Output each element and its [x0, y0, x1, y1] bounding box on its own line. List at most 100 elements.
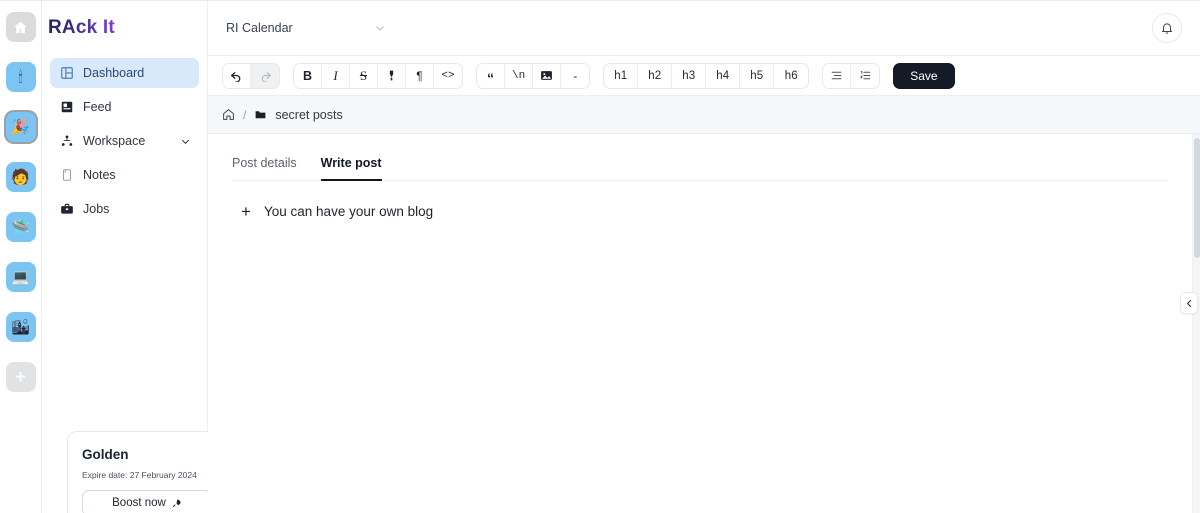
- toolbar-group-lists: [822, 62, 881, 89]
- top-hairline: [0, 0, 1200, 1]
- h2-icon: h2: [648, 69, 662, 82]
- heading-1-button[interactable]: h1: [604, 63, 639, 88]
- editor-body-text[interactable]: You can have your own blog: [264, 204, 433, 219]
- workspace-selector[interactable]: RI Calendar: [226, 21, 386, 35]
- italic-icon: I: [333, 67, 338, 83]
- folder-icon: [255, 111, 266, 119]
- rail-avatar-5[interactable]: 💻: [5, 262, 36, 292]
- workspace-selected-label: RI Calendar: [226, 20, 293, 35]
- home-icon: [14, 21, 27, 33]
- heading-6-button[interactable]: h6: [774, 63, 809, 88]
- strike-button[interactable]: S: [350, 63, 378, 88]
- dashboard-icon: [61, 67, 73, 79]
- heading-2-button[interactable]: h2: [638, 63, 673, 88]
- rocket-icon: [172, 498, 181, 507]
- promo-expiry: Expire date: 27 February 2024: [82, 470, 197, 480]
- jobs-icon: [61, 203, 73, 214]
- code-icon: <>: [441, 69, 455, 82]
- promo-plan-name: Golden: [82, 447, 129, 462]
- rail-avatar-4[interactable]: 🛸: [5, 212, 36, 242]
- rail-avatar-6[interactable]: 🏙: [5, 312, 36, 342]
- breadcrumb-current[interactable]: secret posts: [275, 108, 342, 122]
- paragraph-button[interactable]: ¶: [406, 63, 434, 88]
- workspace-rail: 🕯 🎉 🧑 🛸 💻 🏙 +: [0, 0, 42, 513]
- rail-avatar-1[interactable]: 🕯: [5, 62, 36, 92]
- marker-icon: [389, 70, 394, 81]
- h3-icon: h3: [682, 69, 696, 82]
- rail-avatar-2[interactable]: 🎉: [5, 112, 36, 142]
- tab-post-details[interactable]: Post details: [232, 156, 297, 181]
- tab-write-post[interactable]: Write post: [320, 156, 382, 181]
- strike-icon: S: [359, 67, 368, 83]
- code-button[interactable]: <>: [434, 63, 462, 88]
- paragraph-icon: ¶: [416, 68, 423, 83]
- h5-icon: h5: [750, 69, 764, 82]
- breadcrumb-separator: /: [243, 107, 247, 122]
- sidebar-item-label: Notes: [83, 168, 116, 182]
- heading-3-button[interactable]: h3: [672, 63, 707, 88]
- sidebar-item-label: Jobs: [83, 202, 110, 216]
- highlight-button[interactable]: [378, 63, 406, 88]
- sidebar-item-notes[interactable]: Notes: [50, 160, 199, 190]
- collapse-panel-button[interactable]: [1180, 292, 1198, 314]
- rail-add-workspace-button[interactable]: +: [5, 362, 36, 392]
- plus-icon: +: [14, 366, 27, 388]
- rail-avatar-glyph: 🕯: [18, 68, 23, 86]
- boost-now-button[interactable]: Boost now: [82, 490, 212, 513]
- rail-avatar-glyph: 🛸: [11, 218, 30, 236]
- undo-icon: [230, 72, 241, 82]
- editor-scrollbar[interactable]: [1192, 134, 1200, 513]
- italic-button[interactable]: I: [322, 63, 350, 88]
- brand-logo[interactable]: RAck It: [42, 0, 207, 56]
- rail-home-button[interactable]: [5, 12, 36, 42]
- sidebar-item-label: Workspace: [83, 134, 146, 148]
- editor-tabs: Post details Write post: [232, 134, 1168, 181]
- toolbar-group-history: [222, 62, 280, 89]
- sidebar-item-workspace[interactable]: Workspace: [50, 126, 199, 156]
- add-block-button[interactable]: +: [238, 203, 254, 220]
- main-column: RI Calendar B I S ¶ <> “ \n - h1 h2 h3 h…: [208, 0, 1200, 513]
- newline-icon: \n: [512, 69, 526, 82]
- linebreak-button[interactable]: \n: [505, 63, 534, 88]
- quote-icon: “: [487, 69, 494, 86]
- bullet-list-button[interactable]: [823, 63, 852, 88]
- rail-avatar-glyph: 🧑: [11, 168, 30, 186]
- redo-icon: [261, 72, 271, 82]
- editor-block-row: + You can have your own blog: [232, 203, 1168, 220]
- h1-icon: h1: [614, 69, 628, 82]
- undo-button[interactable]: [223, 63, 251, 88]
- chevron-left-icon: [1186, 299, 1191, 307]
- sidebar-item-feed[interactable]: Feed: [50, 92, 199, 122]
- save-button[interactable]: Save: [893, 62, 955, 89]
- sidebar-item-dashboard[interactable]: Dashboard: [50, 58, 199, 88]
- image-icon: [541, 71, 553, 80]
- ordered-list-button[interactable]: [851, 63, 880, 88]
- divider-icon: -: [573, 68, 578, 83]
- sidebar: RAck It Dashboard Feed Workspace Notes J…: [42, 0, 227, 513]
- editor-toolbar: B I S ¶ <> “ \n - h1 h2 h3 h4 h5 h6 Save: [208, 56, 1200, 96]
- blockquote-button[interactable]: “: [477, 63, 505, 88]
- heading-4-button[interactable]: h4: [706, 63, 741, 88]
- feed-icon: [61, 101, 73, 113]
- sidebar-item-jobs[interactable]: Jobs: [50, 194, 199, 224]
- rail-avatar-glyph: 🎉: [11, 118, 30, 136]
- divider-button[interactable]: -: [561, 63, 590, 88]
- h6-icon: h6: [784, 69, 798, 82]
- notifications-button[interactable]: [1152, 12, 1182, 43]
- toolbar-group-blocks: “ \n -: [476, 62, 591, 89]
- image-button[interactable]: [533, 63, 562, 88]
- home-icon[interactable]: [222, 108, 235, 121]
- editor-scrollbar-thumb[interactable]: [1194, 138, 1200, 258]
- redo-button[interactable]: [251, 63, 279, 88]
- bell-icon: [1161, 22, 1173, 34]
- heading-5-button[interactable]: h5: [740, 63, 775, 88]
- sidebar-nav: Dashboard Feed Workspace Notes Jobs: [42, 58, 207, 224]
- bold-button[interactable]: B: [294, 63, 322, 88]
- brand-name: RAck It: [48, 17, 115, 38]
- upgrade-promo-card: Golden Expire date: 27 February 2024 Boo…: [67, 431, 227, 513]
- bold-icon: B: [302, 68, 313, 83]
- sidebar-item-label: Dashboard: [83, 66, 145, 80]
- rail-avatar-3[interactable]: 🧑: [5, 162, 36, 192]
- toolbar-group-inline-format: B I S ¶ <>: [293, 62, 463, 89]
- toolbar-group-headings: h1 h2 h3 h4 h5 h6: [603, 62, 810, 89]
